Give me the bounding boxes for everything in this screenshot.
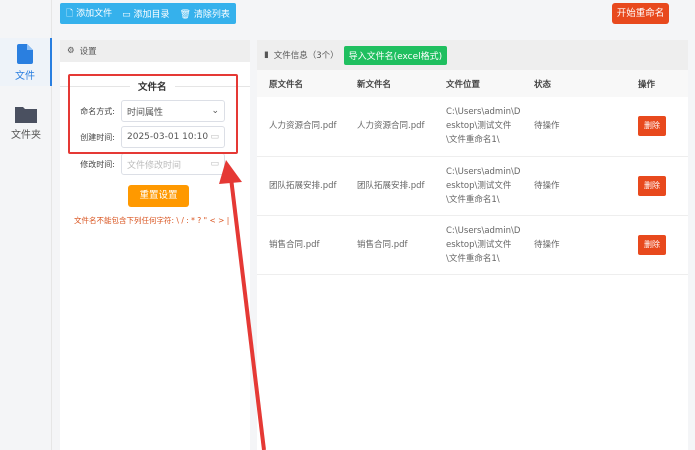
arrow-annotation [219,160,266,450]
